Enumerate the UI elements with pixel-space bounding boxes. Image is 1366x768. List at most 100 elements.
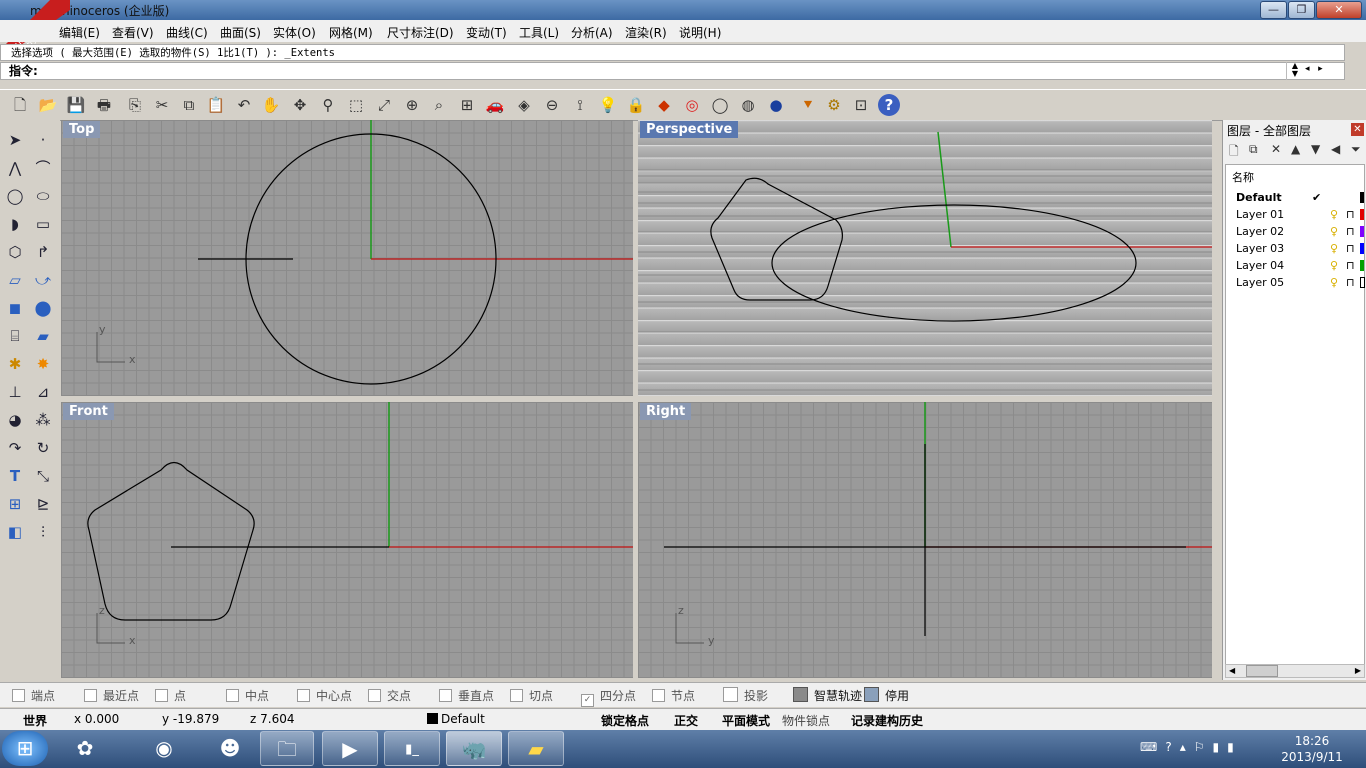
polygon-icon[interactable]: ⬡ — [3, 240, 27, 264]
layer-color-swatch[interactable] — [1360, 243, 1364, 254]
zoom-window-icon[interactable]: ⬚ — [345, 94, 367, 116]
undo-icon[interactable]: ↶ — [233, 94, 255, 116]
print-icon[interactable]: 🖶 — [93, 94, 115, 116]
osnap-mid[interactable]: 中点 — [226, 687, 269, 704]
rotate-view-icon[interactable]: ✥ — [289, 94, 311, 116]
light-bulb-icon[interactable]: ♀ — [1330, 206, 1338, 223]
osnap-checkbox[interactable] — [12, 689, 25, 702]
layer-horizontal-scrollbar[interactable]: ◀ ▶ — [1225, 664, 1365, 678]
lock-icon[interactable]: 🔒 — [625, 94, 647, 116]
layer-color-swatch[interactable] — [1360, 192, 1364, 203]
import-icon[interactable]: ⎘ — [124, 94, 146, 116]
analyze-icon[interactable]: ⊵ — [31, 492, 55, 516]
current-layer[interactable]: Default — [427, 712, 485, 726]
move-up-icon[interactable]: ▲ — [1291, 142, 1300, 156]
plane-icon[interactable]: ◈ — [513, 94, 535, 116]
render-box-icon[interactable]: ◧ — [3, 520, 27, 544]
osnap-checkbox[interactable] — [864, 687, 879, 702]
circle-curve[interactable] — [771, 204, 1137, 322]
color-icon[interactable]: ◎ — [681, 94, 703, 116]
drafting-icon[interactable]: ⫶ — [31, 520, 55, 544]
extrude-icon[interactable]: ⤻ — [31, 268, 55, 292]
unlock-icon[interactable]: ⊓ — [1346, 274, 1355, 291]
osnap-project[interactable]: 投影 — [723, 687, 768, 704]
qq-taskbar-icon[interactable]: ☻ — [202, 731, 258, 766]
filter-icon[interactable]: ⏷ — [1351, 142, 1361, 157]
select-icon[interactable]: ⊡ — [850, 94, 872, 116]
explorer-taskbar-button[interactable]: 🗀 — [260, 731, 314, 766]
light-icon[interactable]: 💡 — [597, 94, 619, 116]
command-scroll-spinner[interactable]: ▲ ▼ — [1286, 62, 1303, 80]
layer-icon[interactable]: ◆ — [653, 94, 675, 116]
osnap-checkbox[interactable] — [368, 689, 381, 702]
explode-icon[interactable]: ✸ — [31, 352, 55, 376]
curve-icon[interactable]: ⌒ — [31, 156, 55, 180]
osnap-checkbox[interactable] — [652, 689, 665, 702]
osnap-point[interactable]: 点 — [155, 687, 186, 704]
layer-row-02[interactable]: Layer 02 ♀ ⊓ — [1228, 223, 1366, 240]
select-arrow-icon[interactable]: ➤ — [3, 128, 27, 152]
copy-icon[interactable]: ⧉ — [178, 94, 200, 116]
media-player-taskbar-button[interactable]: ▶ — [322, 731, 378, 766]
osnap-quadrant[interactable]: ✓ 四分点 — [581, 687, 636, 707]
cplane-icon[interactable]: ⊖ — [541, 94, 563, 116]
new-layer-icon[interactable]: 🗋 — [1229, 142, 1239, 163]
split-icon[interactable]: ⊿ — [31, 380, 55, 404]
unlock-icon[interactable]: ⊓ — [1346, 257, 1355, 274]
pan-icon[interactable]: ✋ — [260, 94, 282, 116]
history-toggle[interactable]: 记录建构历史 — [851, 712, 923, 729]
menu-edit[interactable]: 编辑(E) — [59, 24, 100, 41]
start-button[interactable]: ⊞ — [2, 731, 48, 766]
osnap-checkbox[interactable] — [226, 689, 239, 702]
grid-snap-toggle[interactable]: 锁定格点 — [601, 712, 649, 729]
layer-color-swatch[interactable] — [1360, 226, 1364, 237]
osnap-knot[interactable]: 节点 — [652, 687, 695, 704]
arc-icon[interactable]: ◗ — [3, 212, 27, 236]
unlock-icon[interactable]: ⊓ — [1346, 206, 1355, 223]
close-button[interactable]: ✕ — [1316, 1, 1362, 19]
viewport-title-top[interactable]: Top — [63, 121, 101, 138]
osnap-checkbox-checked[interactable]: ✓ — [581, 694, 594, 707]
options-icon[interactable]: ⚙ — [823, 94, 845, 116]
rectangle-icon[interactable]: ▭ — [31, 212, 55, 236]
shaded-icon[interactable]: ◍ — [737, 94, 759, 116]
layer-row-05[interactable]: Layer 05 ♀ ⊓ — [1228, 274, 1366, 291]
text-icon[interactable]: T — [3, 464, 27, 488]
sphere-icon[interactable]: ⬤ — [31, 296, 55, 320]
osnap-icon[interactable]: ⟟ — [569, 94, 591, 116]
osnap-perpendicular[interactable]: 垂直点 — [439, 687, 494, 704]
box-icon[interactable]: ◼ — [3, 296, 27, 320]
command-prompt[interactable]: 指令: — [0, 62, 1345, 80]
osnap-checkbox[interactable] — [297, 689, 310, 702]
menu-view[interactable]: 查看(V) — [112, 24, 154, 41]
four-viewports-icon[interactable]: ⊞ — [456, 94, 478, 116]
layer-row-04[interactable]: Layer 04 ♀ ⊓ — [1228, 257, 1366, 274]
pentagon-curve[interactable] — [710, 177, 843, 301]
cmd-taskbar-button[interactable]: ▮_ — [384, 731, 440, 766]
rendered-icon[interactable]: ● — [765, 94, 787, 116]
tray-icons[interactable]: ⌨?▴⚐▮▮ — [1140, 740, 1242, 754]
viewport-perspective[interactable]: Perspective — [638, 120, 1212, 396]
zoom-icon[interactable]: ⚲ — [317, 94, 339, 116]
menu-tools[interactable]: 工具(L) — [519, 24, 559, 41]
polyline-icon[interactable]: ⋀ — [3, 156, 27, 180]
osnap-checkbox[interactable] — [510, 689, 523, 702]
move-icon[interactable]: ↻ — [31, 436, 55, 460]
menu-solid[interactable]: 实体(O) — [273, 24, 316, 41]
viewport-right[interactable]: z y Right — [638, 402, 1212, 678]
osnap-smarttrack[interactable]: 智慧轨迹 — [793, 687, 862, 704]
app-taskbar-icon[interactable]: ✿ — [57, 731, 113, 766]
light-bulb-icon[interactable]: ♀ — [1330, 240, 1338, 257]
viewport-title-perspective[interactable]: Perspective — [640, 121, 739, 138]
osnap-intersection[interactable]: 交点 — [368, 687, 411, 704]
render-icon[interactable]: ⯆ — [797, 94, 819, 116]
array-icon[interactable]: ⊞ — [3, 492, 27, 516]
ortho-toggle[interactable]: 正交 — [674, 712, 698, 729]
command-scroll-arrows[interactable]: ◂ ▸ — [1305, 64, 1323, 74]
menu-curve[interactable]: 曲线(C) — [166, 24, 208, 41]
osnap-center[interactable]: 中心点 — [297, 687, 352, 704]
group-icon[interactable]: ⁂ — [31, 408, 55, 432]
zoom-selected-icon[interactable]: ⊕ — [401, 94, 423, 116]
save-icon[interactable]: 💾 — [65, 94, 87, 116]
zoom-extents-icon[interactable]: ⤢ — [373, 94, 395, 116]
